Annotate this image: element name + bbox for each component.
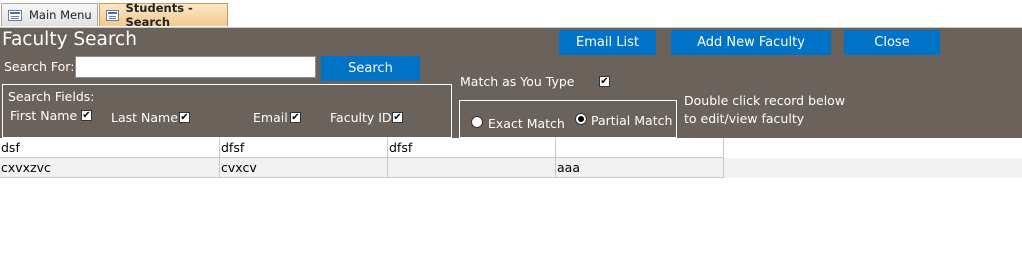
hint-text-line1: Double click record below [684,93,846,108]
form-icon [106,9,119,21]
check-icon: ✔ [180,111,189,123]
table-cell: cxvxzvc [0,158,220,178]
email-checkbox[interactable]: ✔ [290,112,301,123]
table-row[interactable]: cxvxzvc cvxcv aaa [0,158,1022,178]
exact-match-radio[interactable] [471,116,483,128]
last-name-label: Last Name [111,110,178,125]
match-as-you-type-label: Match as You Type [460,74,575,89]
table-cell: aaa [556,158,724,178]
last-name-checkbox[interactable]: ✔ [179,112,190,123]
partial-match-radio[interactable] [575,113,587,125]
form-icon [8,9,22,21]
check-icon: ✔ [82,109,91,121]
table-cell: dfsf [388,138,556,158]
first-name-label: First Name [10,108,78,123]
faculty-id-checkbox[interactable]: ✔ [392,112,403,123]
table-cell: dsf [0,138,220,158]
email-label: Email [253,110,288,125]
match-as-you-type-checkbox[interactable]: ✔ [599,76,610,87]
search-fields-label: Search Fields: [8,89,95,104]
email-list-button[interactable]: Email List [559,30,656,55]
page-title: Faculty Search [2,29,137,50]
search-input[interactable] [75,56,316,78]
check-icon: ✔ [600,75,609,87]
row-background [724,158,1022,178]
faculty-id-label: Faculty ID [330,110,392,125]
search-for-label: Search For: [4,59,75,74]
partial-match-label: Partial Match [591,113,673,128]
table-row[interactable]: dsf dfsf dfsf [0,138,724,158]
document-tab-strip: Main Menu Students - Search [0,0,1022,29]
search-form-header: Faculty Search Email List Add New Facult… [0,28,1022,138]
check-icon: ✔ [393,111,402,123]
search-button[interactable]: Search [321,56,420,81]
table-cell [556,138,724,158]
table-cell: cvxcv [220,158,388,178]
tab-label: Main Menu [29,8,92,22]
hint-text-line2: to edit/view faculty [684,111,805,126]
add-new-faculty-button[interactable]: Add New Faculty [671,30,831,55]
tab-main-menu[interactable]: Main Menu [1,3,98,26]
tab-label: Students - Search [125,1,193,29]
exact-match-label: Exact Match [488,116,565,131]
check-icon: ✔ [291,111,300,123]
table-cell: dfsf [220,138,388,158]
tab-students-search[interactable]: Students - Search [99,1,228,29]
table-cell [388,158,556,178]
close-button[interactable]: Close [844,30,940,55]
first-name-checkbox[interactable]: ✔ [81,110,92,121]
